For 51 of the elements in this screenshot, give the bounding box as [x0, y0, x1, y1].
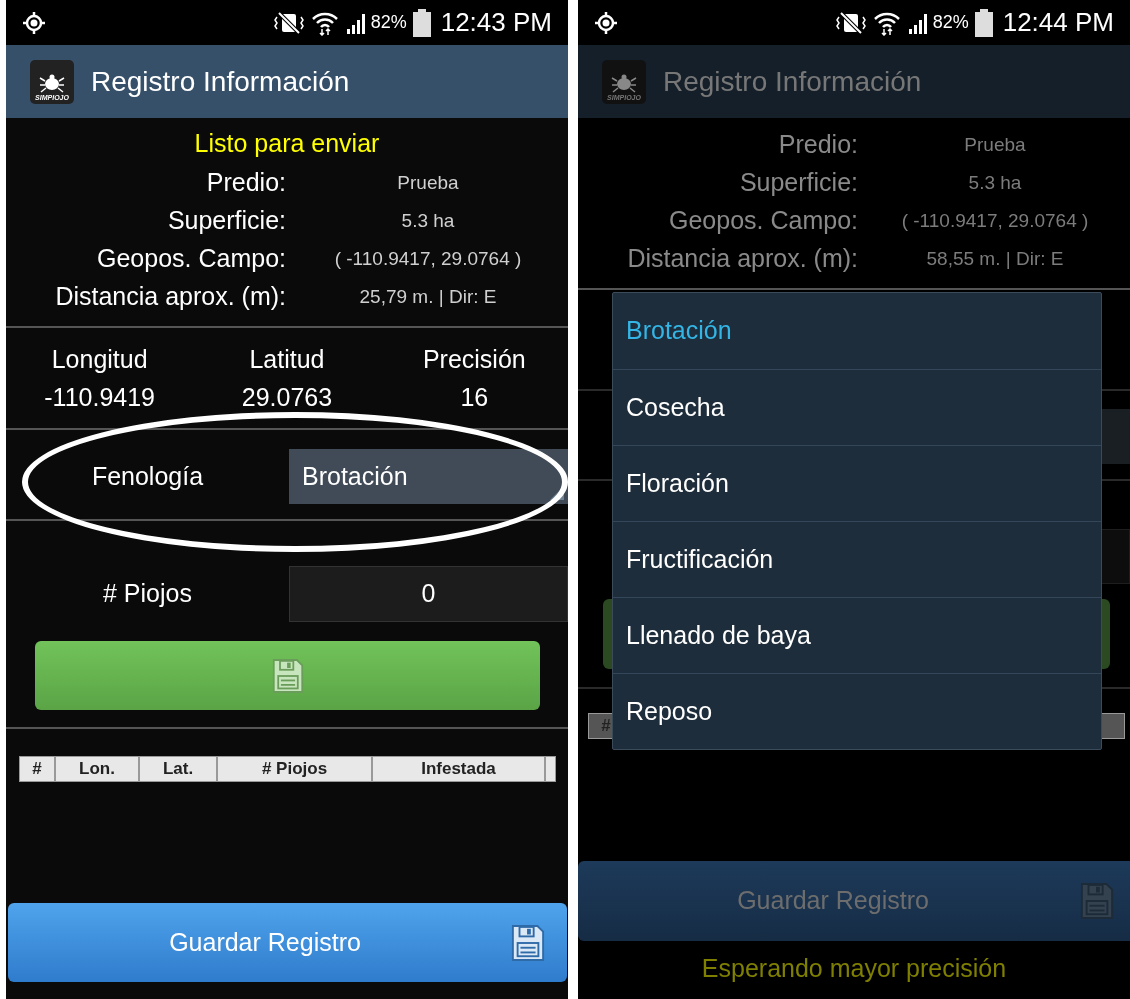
table-column-header: Lon. [56, 757, 140, 781]
field-value: 25,79 m. | Dir: E [358, 284, 498, 309]
battery-icon [974, 8, 993, 37]
vibrate-mute-icon [272, 10, 305, 35]
dropdown-option[interactable]: Llenado de baya [613, 597, 1101, 673]
battery-percent: 82% [932, 11, 969, 34]
table-column-header: # [20, 757, 56, 781]
app-title: Registro Información [91, 64, 350, 99]
field-label: Geopos. Campo: [668, 205, 859, 237]
field-label: Geopos. Campo: [96, 243, 287, 275]
clock-time: 12:44 PM [1002, 6, 1114, 39]
gps-value: -110.9419 [44, 382, 156, 414]
clock-time: 12:43 PM [440, 6, 552, 39]
gps-label: Precisión [422, 344, 526, 376]
piojos-label: # Piojos [102, 578, 193, 610]
field-value: Prueba [963, 132, 1027, 157]
fenologia-label: Fenología [90, 460, 205, 492]
status-message: Listo para enviar [193, 128, 381, 160]
add-button[interactable] [35, 641, 540, 710]
table-column-header: Infestada [373, 757, 546, 781]
piojos-input-field[interactable]: 0 [289, 566, 568, 622]
field-label: Superficie: [738, 167, 859, 199]
dropdown-option[interactable]: Brotación [613, 293, 1101, 369]
status-message: Esperando mayor precisión [700, 953, 1008, 985]
app-title: Registro Información [663, 64, 922, 99]
table-column-header: Lat. [140, 757, 218, 781]
dropdown-option[interactable]: Cosecha [613, 369, 1101, 445]
location-icon [594, 10, 618, 35]
dropdown-option[interactable]: Reposo [613, 673, 1101, 749]
dropdown-option[interactable]: Floración [613, 445, 1101, 521]
battery-icon [412, 8, 431, 37]
table-column-header: # Piojos [218, 757, 373, 781]
dropdown-option[interactable]: Fructificación [613, 521, 1101, 597]
gps-value: 29.0763 [241, 382, 333, 414]
battery-percent: 82% [370, 11, 407, 34]
gps-label: Latitud [249, 344, 325, 376]
field-value: 5.3 ha [400, 208, 456, 233]
location-icon [22, 10, 46, 35]
field-value: 5.3 ha [967, 170, 1023, 195]
field-label: Superficie: [166, 205, 287, 237]
vibrate-mute-icon [834, 10, 867, 35]
field-value: 58,55 m. | Dir: E [925, 246, 1065, 271]
field-label: Distancia aprox. (m): [626, 243, 859, 275]
gps-label: Longitud [51, 344, 148, 376]
gps-value: 16 [460, 382, 489, 414]
field-label: Distancia aprox. (m): [54, 281, 287, 313]
field-value: ( -110.9417, 29.0764 ) [333, 246, 523, 271]
field-value: Prueba [396, 170, 460, 195]
field-value: ( -110.9417, 29.0764 ) [900, 208, 1090, 233]
field-label: Predio: [205, 167, 287, 199]
field-label: Predio: [777, 129, 859, 161]
